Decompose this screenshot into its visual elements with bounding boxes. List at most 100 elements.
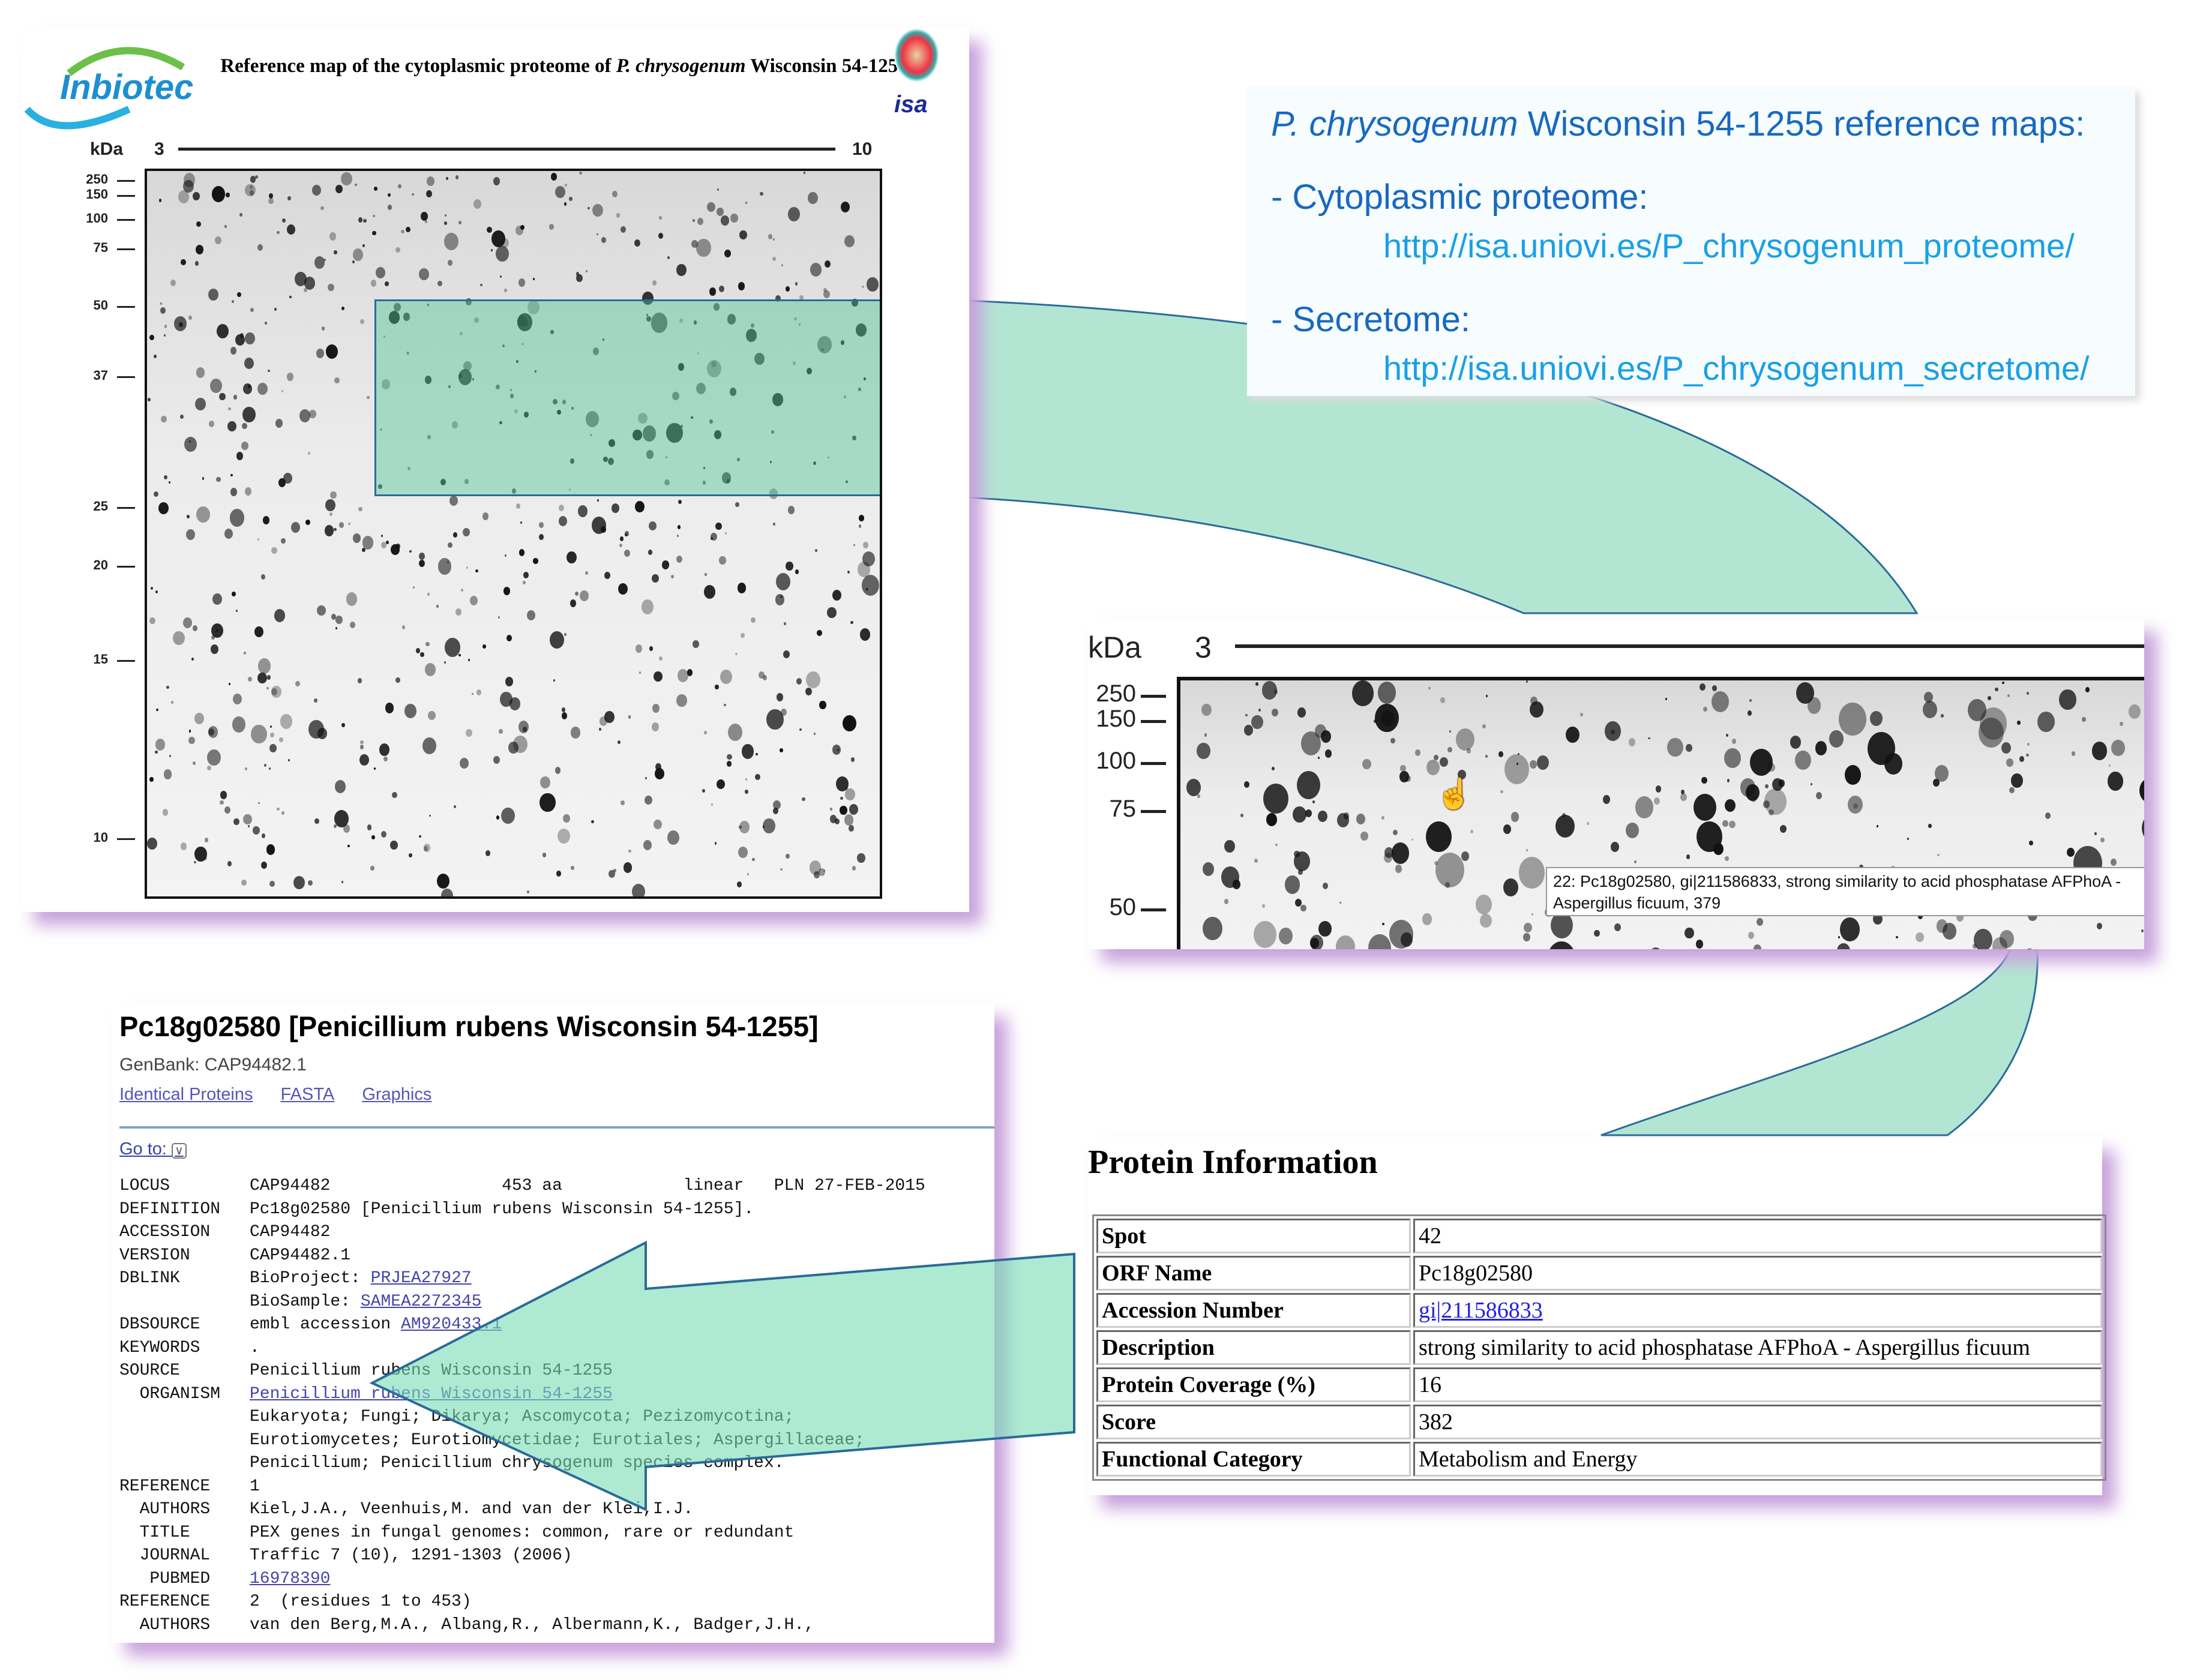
protein-spot [716,207,724,216]
protein-spot [195,397,206,410]
protein-spot [409,853,413,858]
protein-spot [739,826,742,829]
protein-spot [196,221,201,227]
reference-maps-box: P. chrysogenum Wisconsin 54-1255 referen… [1247,87,2135,396]
protein-spot [844,814,854,826]
record-label: AUTHORS [119,1615,211,1634]
protein-spot [2111,739,2125,756]
protein-spot [724,703,727,707]
protein-spot [760,191,763,196]
accession-link[interactable]: gi|211586833 [1419,1298,1543,1323]
selected-region-highlight[interactable] [374,299,880,496]
protein-spot [185,529,196,540]
info-key: Functional Category [1096,1442,1411,1477]
protein-spot [819,701,826,710]
protein-spot [1317,757,1320,760]
zoomed-gel-image[interactable]: 22: Pc18g02580, gi|211586833, strong sim… [1177,677,2144,949]
protein-spot [859,628,870,641]
protein-spot [424,662,436,676]
hand-cursor-icon: ☝ [1435,777,1473,811]
record-label: JOURNAL [119,1546,211,1565]
protein-spot [395,677,400,683]
fasta-link[interactable]: FASTA [281,1085,335,1104]
secretome-link[interactable]: http://isa.uniovi.es/P_chrysogenum_secre… [1383,349,2090,388]
protein-spot [1988,696,1991,700]
protein-spot [697,218,703,226]
protein-spot [266,844,275,855]
protein-spot [2017,721,2021,725]
record-value: BioSample: [250,1292,361,1311]
protein-spot [281,811,285,815]
2d-gel-image[interactable] [145,169,882,899]
protein-spot [1772,778,1783,791]
protein-spot [2141,929,2144,932]
protein-spot [158,502,169,515]
proteome-link[interactable]: http://isa.uniovi.es/P_chrysogenum_prote… [1383,226,2075,265]
protein-spot [429,814,431,817]
protein-spot [233,693,242,704]
record-value: 2 (residues 1 to 453) [250,1592,472,1611]
protein-spot [527,890,529,893]
protein-spot [260,861,268,869]
protein-spot [335,627,337,629]
protein-spot [709,287,717,296]
protein-spot [291,522,301,533]
record-label [119,1291,250,1314]
protein-spot [333,250,338,255]
record-line: AUTHORS Kiel,J.A., Veenhuis,M. and van de… [119,1498,925,1522]
protein-spot [1686,854,1691,860]
record-link[interactable]: 16978390 [250,1568,330,1591]
protein-spot [252,826,260,835]
mw-marker-tick [117,566,135,568]
protein-spot [242,406,256,422]
protein-spot [266,686,269,690]
protein-spot [360,745,364,749]
protein-spot [1695,939,1704,949]
protein-spot [341,880,344,883]
protein-spot [639,671,642,674]
protein-spot [2019,755,2025,762]
protein-spot [274,308,277,311]
kda-label: kDa [1088,631,1141,664]
protein-spot [444,214,447,217]
record-label [119,1429,250,1453]
protein-spot [858,524,862,528]
protein-spot [147,837,158,850]
protein-spot [1547,941,1575,949]
protein-spot [562,814,570,823]
identical-proteins-link[interactable]: Identical Proteins [119,1085,253,1104]
protein-spot [1273,689,1278,694]
record-link[interactable]: AM920433.1 [401,1313,502,1337]
protein-spot [1255,682,1258,686]
record-link[interactable]: PRJEA27927 [371,1267,472,1291]
protein-spot [257,244,263,251]
protein-spot [278,478,286,488]
protein-spot [390,841,398,850]
protein-spot [420,652,425,657]
protein-spot [445,177,449,181]
protein-spot [224,225,227,228]
protein-spot [493,755,500,764]
protein-spot [1503,824,1511,834]
protein-spot [1240,814,1243,818]
protein-info-table: Spot 42 ORF Name Pc18g02580 Accession Number… [1092,1214,2106,1481]
protein-spot [852,866,856,871]
protein-spot [419,835,421,838]
protein-spot [1740,778,1756,797]
record-line: REFERENCE 2 (residues 1 to 453) [119,1591,925,1614]
record-label: PUBMED [119,1569,211,1588]
graphics-link[interactable]: Graphics [362,1085,431,1104]
protein-spot [499,729,503,734]
protein-spot [676,263,687,276]
protein-spot [717,779,726,790]
protein-spot [230,346,237,355]
record-link[interactable]: Penicillium rubens Wisconsin 54-1255 [250,1383,613,1406]
protein-spot [585,270,588,273]
protein-spot [286,373,293,381]
protein-spot [1485,754,1488,758]
protein-spot [392,791,397,799]
record-link[interactable]: SAMEA2272345 [361,1291,482,1314]
goto-dropdown[interactable]: Go to: ∨ [119,1139,187,1159]
protein-spot [827,607,837,618]
protein-spot [540,776,550,789]
